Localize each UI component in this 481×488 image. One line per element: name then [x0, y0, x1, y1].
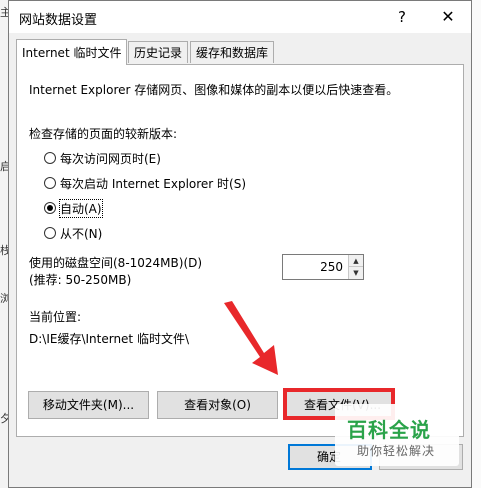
dialog-title: 网站数据设置: [19, 13, 98, 28]
radio-button[interactable]: [44, 152, 56, 164]
chevron-up-icon[interactable]: ▲: [349, 255, 363, 267]
radio-label: 自动(A): [59, 198, 103, 218]
radio-label: 从不(N): [60, 226, 103, 241]
disk-space-hint: (推荐: 50-250MB): [29, 273, 132, 287]
current-location-path: D:\IE缓存\Internet 临时文件\: [29, 332, 189, 346]
radio-never[interactable]: 从不(N): [44, 223, 102, 243]
tab-temporary-files[interactable]: Internet 临时文件: [16, 39, 128, 65]
radio-label: 每次访问网页时(E): [60, 151, 161, 166]
title-bar[interactable]: 网站数据设置 ? ✕: [9, 1, 471, 33]
radio-button-selected[interactable]: [44, 202, 56, 214]
arrow-icon: [224, 301, 278, 375]
tab-caches-databases[interactable]: 缓存和数据库: [190, 41, 275, 63]
radio-button[interactable]: [44, 177, 56, 189]
move-folder-button[interactable]: 移动文件夹(M)...: [28, 391, 149, 419]
disk-space-value[interactable]: 250: [320, 260, 343, 274]
close-button[interactable]: ✕: [425, 1, 471, 33]
radio-every-visit[interactable]: 每次访问网页时(E): [44, 148, 161, 168]
watermark: 百科全说 助你轻松解决: [335, 404, 459, 466]
help-button[interactable]: ?: [379, 1, 425, 33]
view-objects-button[interactable]: 查看对象(O): [157, 391, 278, 419]
disk-space-label: 使用的磁盘空间(8-1024MB)(D) (推荐: 50-250MB): [29, 255, 202, 289]
chevron-down-icon[interactable]: ▼: [349, 267, 363, 279]
check-versions-label: 检查存储的页面的较新版本:: [29, 127, 178, 141]
radio-every-start[interactable]: 每次启动 Internet Explorer 时(S): [44, 173, 246, 193]
tab-panel: Internet Explorer 存储网页、图像和媒体的副本以便以后快速查看。…: [16, 64, 464, 437]
arrow-shape: [224, 301, 278, 375]
stepper-buttons: ▲ ▼: [348, 255, 363, 279]
disk-space-stepper[interactable]: 250 ▲ ▼: [282, 254, 364, 280]
current-location-label: 当前位置:: [29, 310, 82, 324]
radio-automatic[interactable]: 自动(A): [44, 198, 103, 218]
tab-history[interactable]: 历史记录: [128, 41, 189, 63]
description-text: Internet Explorer 存储网页、图像和媒体的副本以便以后快速查看。: [29, 83, 399, 97]
radio-label: 每次启动 Internet Explorer 时(S): [60, 176, 247, 191]
radio-button[interactable]: [44, 227, 56, 239]
disk-space-range-label: 使用的磁盘空间(8-1024MB)(D): [29, 256, 203, 270]
watermark-title: 百科全说: [347, 418, 431, 442]
watermark-subtitle: 助你轻松解决: [357, 444, 436, 458]
